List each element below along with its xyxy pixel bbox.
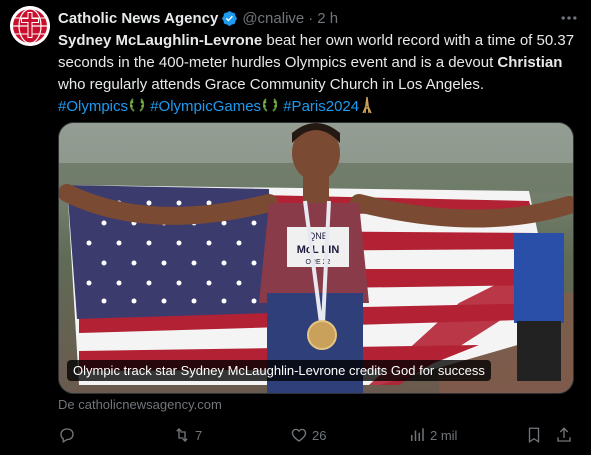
bookmark-icon [528,427,540,444]
tweet-header: Catholic News Agency @cnalive · 2 h [58,8,583,28]
timestamp[interactable]: 2 h [317,10,338,27]
tweet-text: Sydney McLaughlin-Levrone beat her own w… [58,30,583,121]
author-name[interactable]: Catholic News Agency [58,10,218,27]
like-count: 26 [312,427,327,443]
heart-icon [291,428,307,442]
hashtag-paris2024[interactable]: #Paris2024 [283,98,359,115]
tweet-text-part: who regularly attends Grace Community Ch… [58,76,485,93]
retweet-button[interactable]: 7 [173,426,202,444]
laurel-emoji-icon [261,96,279,121]
views-button[interactable]: 2 mil [408,426,457,444]
reply-button[interactable] [58,426,80,444]
tweet-bold-word: Christian [497,54,563,71]
separator-dot: · [308,9,314,27]
athlete-photo: QNB McL LIN ORE 22 [59,123,573,393]
link-source[interactable]: De catholicnewsagency.com [58,397,222,412]
retweet-count: 7 [195,427,203,443]
verified-badge-icon[interactable] [221,10,238,27]
bookmark-button[interactable] [525,426,543,444]
cna-logo-icon [10,6,50,46]
views-icon [411,428,424,441]
retweet-icon [176,428,188,442]
author-handle[interactable]: @cnalive [242,10,304,27]
more-options-icon[interactable] [559,8,579,28]
tweet-media-image[interactable]: QNB McL LIN ORE 22 Olympic track star Sy… [58,122,574,394]
reply-icon [60,428,74,443]
hashtag-olympics[interactable]: #Olympics [58,98,128,115]
tweet-bold-name: Sydney McLaughlin-Levrone [58,32,263,49]
share-icon [557,427,571,442]
like-button[interactable]: 26 [290,426,326,444]
hashtag-olympicgames[interactable]: #OlympicGames [150,98,261,115]
avatar[interactable] [10,6,50,46]
bib-line-2: McL LIN [297,244,340,256]
views-count: 2 mil [430,427,458,443]
tweet-actions: 7 26 2 mil [58,426,583,446]
laurel-emoji-icon [128,96,146,121]
eiffel-tower-emoji-icon [359,96,375,121]
media-caption: Olympic track star Sydney McLaughlin-Lev… [67,360,491,381]
share-button[interactable] [555,426,573,444]
